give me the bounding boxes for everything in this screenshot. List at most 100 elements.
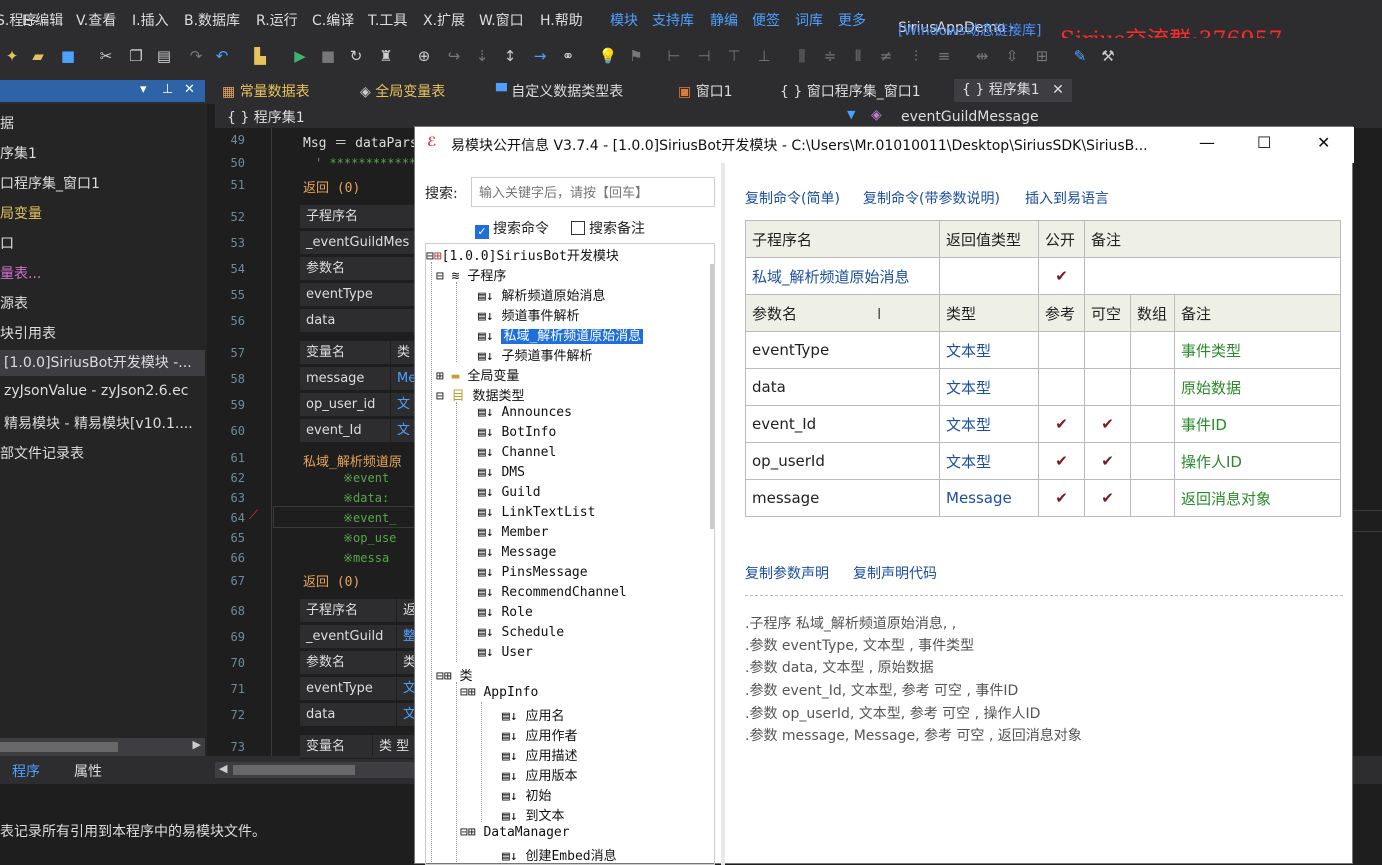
horizontal-scrollbar[interactable]: ▶ bbox=[0, 738, 205, 756]
goto-icon[interactable]: → bbox=[530, 46, 550, 66]
cut-icon[interactable]: ✂ bbox=[96, 46, 116, 66]
scroll-right-icon[interactable]: ▶ bbox=[193, 738, 201, 751]
restart-icon[interactable]: ↻ bbox=[346, 46, 366, 66]
redo-icon[interactable]: ↷ bbox=[186, 46, 206, 66]
run-icon[interactable]: ▶ bbox=[290, 46, 310, 66]
menu-database[interactable]: B.数据库 bbox=[184, 10, 240, 30]
tree-node-classes[interactable]: ⊟⊞ 类 bbox=[436, 665, 473, 684]
menu-help[interactable]: H.帮助 bbox=[540, 10, 583, 30]
tree-item[interactable]: ▤↓ RecommendChannel bbox=[478, 585, 627, 600]
collapse-icon[interactable]: ⊟ bbox=[460, 825, 468, 840]
copy-command-simple-link[interactable]: 复制命令(简单) bbox=[745, 188, 840, 208]
close-icon[interactable]: ✕ bbox=[1317, 133, 1330, 152]
open-folder-icon[interactable]: ▰ bbox=[28, 46, 48, 66]
menu-support-lib[interactable]: 支持库 bbox=[652, 10, 694, 30]
align-top-icon[interactable]: ⊤ bbox=[724, 46, 744, 66]
align-bottom-icon[interactable]: ⊥ bbox=[754, 46, 774, 66]
scrollbar-thumb[interactable] bbox=[0, 742, 118, 752]
project-item[interactable]: 口程序集_窗口1 bbox=[0, 173, 100, 193]
tree-item[interactable]: ▤↓ 应用描述 bbox=[502, 745, 578, 764]
project-item[interactable]: 局变量 bbox=[0, 203, 42, 223]
project-item[interactable]: zyJsonValue - zyJson2.6.ec bbox=[0, 383, 188, 399]
distribute-h-icon[interactable]: ⫼ bbox=[792, 46, 812, 66]
project-item[interactable]: 序集1 bbox=[0, 143, 37, 163]
same-height-icon[interactable]: ≡ bbox=[934, 46, 954, 66]
tree-node-class[interactable]: ⊟⊞ AppInfo bbox=[460, 685, 538, 700]
tree-item[interactable]: ▤↓ PinsMessage bbox=[478, 565, 588, 580]
copy-decl-code-link[interactable]: 复制声明代码 bbox=[853, 563, 937, 583]
collapse-icon[interactable]: ⊟ bbox=[436, 669, 444, 684]
step-over-icon[interactable]: ⊕ bbox=[414, 46, 434, 66]
project-item[interactable]: 口 bbox=[0, 233, 14, 253]
search-note-checkbox[interactable]: 搜索备注 bbox=[571, 218, 645, 238]
build-icon[interactable]: ♜ bbox=[376, 46, 396, 66]
align-right-icon[interactable]: ⊣ bbox=[694, 46, 714, 66]
tree-item[interactable]: ▤↓ Schedule bbox=[478, 625, 564, 640]
collapse-icon[interactable]: ⊟ bbox=[436, 389, 444, 404]
copy-command-detailed-link[interactable]: 复制命令(带参数说明) bbox=[863, 188, 1000, 208]
project-item[interactable]: 源表 bbox=[0, 293, 28, 313]
close-tab-icon[interactable]: ✕ bbox=[1052, 82, 1064, 98]
center-v-icon[interactable]: ≠ bbox=[876, 46, 896, 66]
menu-edit[interactable]: E.编辑 bbox=[22, 10, 63, 30]
maximize-icon[interactable]: ☐ bbox=[1257, 133, 1271, 152]
scrollbar-thumb[interactable] bbox=[233, 765, 355, 775]
tree-node-subs[interactable]: ⊟ ≋ 子程序 bbox=[436, 265, 506, 284]
tree-node-types[interactable]: ⊟ 目 数据类型 bbox=[436, 385, 525, 404]
copy-icon[interactable]: ❐ bbox=[126, 46, 146, 66]
minimize-icon[interactable]: — bbox=[1199, 133, 1215, 152]
assembly-selector[interactable]: { } 程序集1 bbox=[227, 107, 305, 127]
menu-run[interactable]: R.运行 bbox=[256, 10, 298, 30]
tree-node-class[interactable]: ⊟⊞ DataManager bbox=[460, 825, 570, 840]
tree-item[interactable]: ▤↓ DMS bbox=[478, 465, 525, 480]
tree-item[interactable]: ▤↓ Message bbox=[478, 545, 556, 560]
tree-item[interactable]: ▤↓ 到文本 bbox=[502, 805, 565, 824]
menu-extend[interactable]: X.扩展 bbox=[423, 10, 465, 30]
tree-item[interactable]: ▤↓ User bbox=[478, 645, 533, 660]
pin-icon[interactable]: ⊥ bbox=[162, 82, 173, 97]
stop-icon[interactable]: ■ bbox=[318, 46, 338, 66]
project-item[interactable]: 精易模块 - 精易模块[v10.1.... bbox=[0, 413, 193, 433]
project-item[interactable]: 据 bbox=[0, 113, 14, 133]
method-selector[interactable]: eventGuildMessage bbox=[901, 109, 1039, 125]
center-h-icon[interactable]: ≑ bbox=[820, 46, 840, 66]
step-into-icon[interactable]: ↪ bbox=[444, 46, 464, 66]
menu-more[interactable]: 更多 bbox=[838, 10, 866, 30]
collapse-icon[interactable]: ⊟ bbox=[460, 685, 468, 700]
copy-param-decl-link[interactable]: 复制参数声明 bbox=[745, 563, 829, 583]
menu-compile[interactable]: C.编译 bbox=[312, 10, 354, 30]
splitter[interactable] bbox=[721, 163, 725, 865]
step-out-icon[interactable]: ⇣ bbox=[472, 46, 492, 66]
tree-scrollbar[interactable] bbox=[710, 264, 714, 529]
distribute-v-icon[interactable]: ⫴ bbox=[848, 46, 868, 66]
tree-item[interactable]: ▤↓ 创建Embed消息 bbox=[502, 845, 617, 864]
align-left-icon[interactable]: ⊢ bbox=[664, 46, 684, 66]
insert-to-eyuyan-link[interactable]: 插入到易语言 bbox=[1025, 188, 1109, 208]
close-icon[interactable]: ✕ bbox=[184, 82, 195, 97]
dropdown-icon[interactable]: ▾ bbox=[140, 82, 147, 97]
undo-icon[interactable]: ↶ bbox=[212, 46, 232, 66]
breakpoint-icon[interactable]: ⚭ bbox=[558, 46, 578, 66]
menu-lexicon[interactable]: 词库 bbox=[795, 10, 823, 30]
tab-constants[interactable]: ▦ 常量数据表 bbox=[222, 81, 310, 101]
code-editor[interactable]: 49 50 51 52 53 54 55 56 57 58 59 60 61 6… bbox=[215, 128, 438, 759]
menu-window[interactable]: W.窗口 bbox=[479, 10, 524, 30]
same-width-icon[interactable]: ⫶ bbox=[906, 46, 926, 66]
tree-item-selected[interactable]: ▤↓ 私域_解析频道原始消息 bbox=[478, 325, 644, 344]
menu-insert[interactable]: I.插入 bbox=[132, 10, 169, 30]
tree-item[interactable]: ▤↓ 应用作者 bbox=[502, 725, 578, 744]
step-line-icon[interactable]: ↕ bbox=[500, 46, 520, 66]
expand-icon[interactable]: ⊞ bbox=[436, 369, 444, 384]
tree-item[interactable]: ▤↓ Member bbox=[478, 525, 548, 540]
pen-icon[interactable]: ✎ bbox=[1070, 46, 1090, 66]
new-icon[interactable]: ✦ bbox=[2, 46, 22, 66]
search-input[interactable] bbox=[471, 177, 715, 207]
tree-item[interactable]: ▤↓ LinkTextList bbox=[478, 505, 595, 520]
tree-root[interactable]: ⊟⊞[1.0.0]SiriusBot开发模块 bbox=[426, 245, 619, 264]
tree-item[interactable]: ▤↓ Announces bbox=[478, 405, 572, 420]
project-item[interactable]: 块引用表 bbox=[0, 323, 56, 343]
tree-item[interactable]: ▤↓ 应用名 bbox=[502, 705, 565, 724]
tab-window1[interactable]: ▣ 窗口1 bbox=[678, 81, 733, 101]
tab-globals[interactable]: ◈ 全局变量表 bbox=[360, 81, 445, 101]
tree-item[interactable]: ▤↓ Guild bbox=[478, 485, 541, 500]
